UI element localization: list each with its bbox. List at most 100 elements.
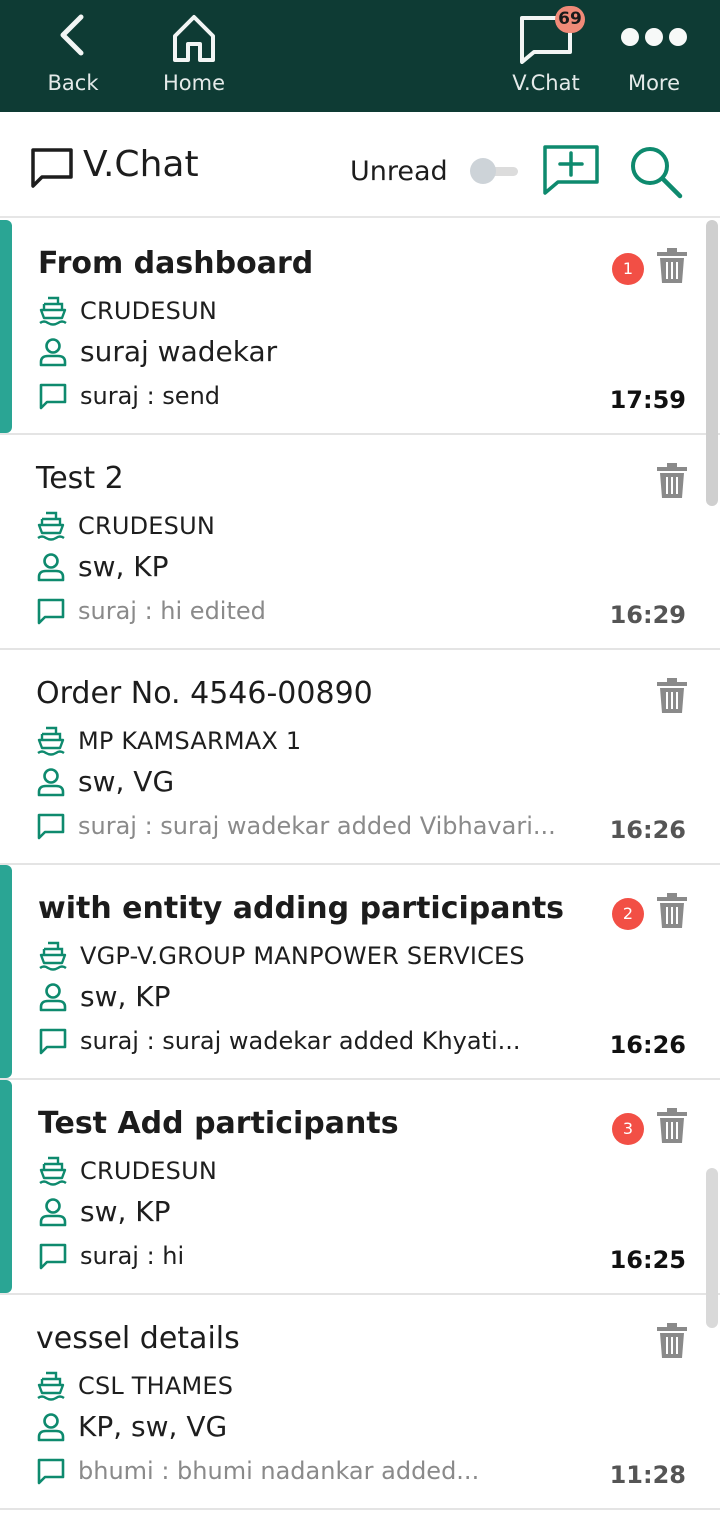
participants-row: suraj wadekar xyxy=(38,335,277,368)
person-icon xyxy=(38,1197,68,1227)
last-message-row: suraj : hi xyxy=(38,1242,184,1270)
vessel-row: CRUDESUN xyxy=(36,511,215,541)
participants-text: suraj wadekar xyxy=(80,335,278,368)
chat-title: with entity adding participants xyxy=(38,891,565,926)
scrollbar-thumb[interactable] xyxy=(706,220,718,506)
last-message-text: suraj : send xyxy=(80,382,221,410)
participants-row: KP, sw, VG xyxy=(36,1410,227,1443)
chat-title: Test Add participants xyxy=(38,1106,399,1141)
vchat-count-badge: 69 xyxy=(555,6,585,33)
message-time: 11:28 xyxy=(609,1461,686,1489)
person-icon xyxy=(36,1412,66,1442)
chat-title: Order No. 4546-00890 xyxy=(36,676,373,711)
chat-list-item[interactable]: with entity adding participants 2 VGP-V.… xyxy=(0,865,720,1080)
message-icon xyxy=(38,1242,68,1270)
ship-icon xyxy=(36,1371,66,1401)
message-icon xyxy=(36,1457,66,1485)
chat-header: V.Chat Unread xyxy=(0,112,720,218)
delete-button[interactable] xyxy=(656,463,688,503)
chat-title: vessel details xyxy=(36,1321,240,1356)
vessel-row: CRUDESUN xyxy=(38,1156,217,1186)
trash-icon xyxy=(657,463,687,498)
trash-icon xyxy=(657,1108,687,1143)
chat-plus-icon xyxy=(542,145,600,200)
vessel-row: CSL THAMES xyxy=(36,1371,233,1401)
participants-row: sw, KP xyxy=(38,980,171,1013)
chat-title: From dashboard xyxy=(38,246,314,281)
chat-list-item[interactable]: Test 2 CRUDESUN sw, KP suraj : hi edited… xyxy=(0,435,720,650)
person-icon xyxy=(36,552,66,582)
message-time: 16:26 xyxy=(609,816,686,844)
last-message-row: suraj : suraj wadekar added Khyati... xyxy=(38,1027,521,1055)
chevron-left-icon xyxy=(53,12,93,62)
last-message-row: bhumi : bhumi nadankar added... xyxy=(36,1457,479,1485)
person-icon xyxy=(36,767,66,797)
participants-text: sw, KP xyxy=(80,1195,171,1228)
message-time: 16:26 xyxy=(609,1031,686,1059)
message-icon xyxy=(36,812,66,840)
last-message-text: suraj : hi xyxy=(80,1242,185,1270)
message-icon xyxy=(38,1027,68,1055)
home-button[interactable]: Home xyxy=(148,0,240,112)
vessel-row: VGP-V.GROUP MANPOWER SERVICES xyxy=(38,941,525,971)
ship-icon xyxy=(36,726,66,756)
ship-icon xyxy=(38,1156,68,1186)
last-message-row: suraj : send xyxy=(38,382,220,410)
trash-icon xyxy=(657,1323,687,1358)
chat-list: From dashboard 1 CRUDESUN suraj wadekar … xyxy=(0,220,720,1510)
back-label: Back xyxy=(47,71,99,95)
vessel-row: MP KAMSARMAX 1 xyxy=(36,726,301,756)
search-icon xyxy=(628,147,684,204)
delete-button[interactable] xyxy=(656,248,688,288)
chat-list-item[interactable]: vessel details CSL THAMES KP, sw, VG bhu… xyxy=(0,1295,720,1510)
vessel-row: CRUDESUN xyxy=(38,296,217,326)
trash-icon xyxy=(657,248,687,283)
last-message-text: suraj : suraj wadekar added Vibhavari... xyxy=(78,812,556,840)
delete-button[interactable] xyxy=(656,1108,688,1148)
more-dots-icon xyxy=(620,26,688,52)
delete-button[interactable] xyxy=(656,1323,688,1363)
vessel-name: MP KAMSARMAX 1 xyxy=(78,727,302,755)
last-message-text: suraj : suraj wadekar added Khyati... xyxy=(80,1027,521,1055)
toggle-knob xyxy=(470,158,496,184)
message-time: 16:25 xyxy=(609,1246,686,1274)
vessel-name: CSL THAMES xyxy=(78,1372,234,1400)
unread-count-badge: 2 xyxy=(612,898,644,930)
delete-button[interactable] xyxy=(656,678,688,718)
message-icon xyxy=(36,597,66,625)
message-time: 16:29 xyxy=(609,601,686,629)
last-message-text: bhumi : bhumi nadankar added... xyxy=(78,1457,480,1485)
chat-list-item[interactable]: Order No. 4546-00890 MP KAMSARMAX 1 sw, … xyxy=(0,650,720,865)
search-button[interactable] xyxy=(628,144,684,204)
last-message-text: suraj : hi edited xyxy=(78,597,266,625)
scrollbar-thumb-secondary[interactable] xyxy=(706,1168,718,1328)
chat-bubble-icon xyxy=(30,146,74,194)
participants-text: sw, KP xyxy=(78,550,169,583)
trash-icon xyxy=(657,678,687,713)
delete-button[interactable] xyxy=(656,893,688,933)
new-chat-button[interactable] xyxy=(542,144,600,200)
back-button[interactable]: Back xyxy=(28,0,118,112)
chat-list-item[interactable]: From dashboard 1 CRUDESUN suraj wadekar … xyxy=(0,220,720,435)
participants-text: sw, KP xyxy=(80,980,171,1013)
last-message-row: suraj : hi edited xyxy=(36,597,266,625)
person-icon xyxy=(38,982,68,1012)
unread-toggle[interactable] xyxy=(470,158,520,184)
trash-icon xyxy=(657,893,687,928)
ship-icon xyxy=(38,941,68,971)
vchat-nav-label: V.Chat xyxy=(512,71,580,95)
vessel-name: CRUDESUN xyxy=(78,512,215,540)
unread-filter-label: Unread xyxy=(350,156,448,187)
home-label: Home xyxy=(162,71,225,95)
participants-row: sw, VG xyxy=(36,765,174,798)
more-button[interactable]: More xyxy=(606,0,702,112)
top-nav-bar: Back Home V.Chat 69 More xyxy=(0,0,720,112)
chat-title: Test 2 xyxy=(36,461,124,496)
unread-count-badge: 1 xyxy=(612,253,644,285)
chat-list-item[interactable]: Test Add participants 3 CRUDESUN sw, KP … xyxy=(0,1080,720,1295)
unread-count-badge: 3 xyxy=(612,1113,644,1145)
person-icon xyxy=(38,337,68,367)
ship-icon xyxy=(36,511,66,541)
ship-icon xyxy=(38,296,68,326)
participants-text: KP, sw, VG xyxy=(78,1410,228,1443)
